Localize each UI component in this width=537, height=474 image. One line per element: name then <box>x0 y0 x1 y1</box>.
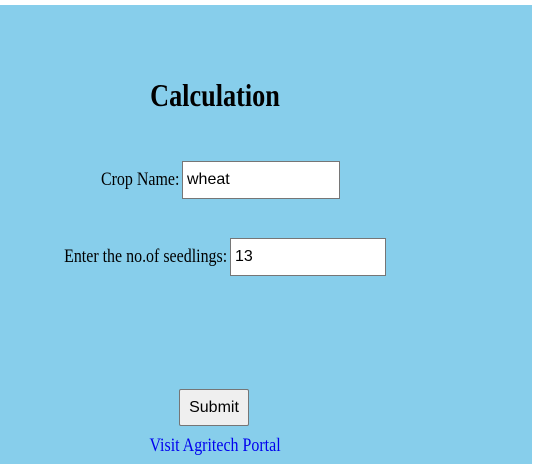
page: Calculation Crop Name: Enter the no.of s… <box>0 0 537 474</box>
seedlings-label: Enter the no.of seedlings: <box>63 246 227 267</box>
agritech-portal-link[interactable]: Visit Agritech Portal <box>0 435 430 457</box>
calculation-panel: Calculation Crop Name: Enter the no.of s… <box>0 5 532 464</box>
crop-name-input[interactable] <box>182 161 340 199</box>
agritech-portal-link-text: Visit Agritech Portal <box>149 435 281 456</box>
crop-name-row: Crop Name: <box>86 161 340 199</box>
submit-button[interactable]: Submit <box>179 389 249 426</box>
crop-name-label: Crop Name: <box>100 169 179 190</box>
page-title: Calculation <box>150 77 280 113</box>
seedlings-row: Enter the no.of seedlings: <box>33 238 386 276</box>
seedlings-input[interactable] <box>230 238 386 276</box>
